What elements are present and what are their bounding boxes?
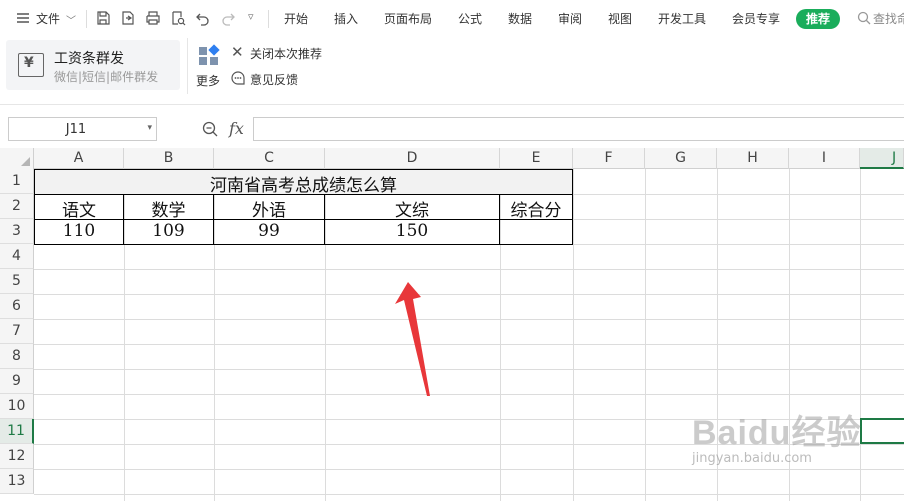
print-icon[interactable] (144, 9, 162, 27)
menu-bar: 文件 ﹀ ▿ 开始 插入 页面布局 公式 数据 审阅 视图 开发工具 会员专享 … (0, 0, 904, 38)
header-liberal-arts[interactable]: 文综 (325, 196, 499, 221)
tab-review[interactable]: 审阅 (558, 10, 582, 27)
row-header-1[interactable]: 1 (0, 169, 34, 194)
cell-reference: J11 (65, 122, 87, 137)
watermark-brand: Baidu经验 (692, 414, 862, 452)
search-command-label[interactable]: 查找命 (873, 10, 904, 27)
search-icon[interactable] (856, 9, 872, 27)
column-header-h[interactable]: H (717, 148, 789, 169)
tab-formulas[interactable]: 公式 (458, 10, 482, 27)
file-menu[interactable]: 文件 (36, 10, 60, 27)
value-foreign-language[interactable]: 99 (214, 221, 324, 241)
gridline (34, 494, 904, 495)
ribbon: ¥ 工资条群发 微信|短信|邮件群发 更多 ✕ 关闭本次推荐 意见反馈 (0, 38, 904, 104)
gridline (34, 269, 904, 270)
recommend-button[interactable]: 推荐 (796, 9, 840, 29)
row-header-7[interactable]: 7 (0, 319, 34, 344)
quick-access-dropdown-icon[interactable]: ▿ (248, 10, 254, 23)
gridline (34, 394, 904, 395)
salary-card-subtitle: 微信|短信|邮件群发 (54, 70, 159, 84)
header-math[interactable]: 数学 (124, 196, 213, 221)
divider (86, 10, 87, 28)
table-border (34, 244, 573, 245)
select-all-corner[interactable] (0, 148, 34, 169)
row-header-3[interactable]: 3 (0, 219, 34, 244)
row-header-4[interactable]: 4 (0, 244, 34, 269)
row-header-8[interactable]: 8 (0, 344, 34, 369)
feedback-icon[interactable] (230, 70, 246, 86)
tab-page-layout[interactable]: 页面布局 (384, 10, 432, 27)
row-header-6[interactable]: 6 (0, 294, 34, 319)
column-header-g[interactable]: G (645, 148, 717, 169)
column-header-j[interactable]: J (860, 148, 904, 169)
more-label[interactable]: 更多 (196, 72, 220, 89)
redo-icon[interactable] (219, 9, 237, 27)
divider (187, 38, 188, 94)
row-header-11[interactable]: 11 (0, 419, 34, 444)
column-header-a[interactable]: A (34, 148, 124, 169)
export-icon[interactable] (119, 9, 137, 27)
header-total-score[interactable]: 综合分 (500, 196, 572, 221)
hamburger-menu-icon[interactable] (14, 9, 32, 27)
tab-view[interactable]: 视图 (608, 10, 632, 27)
tab-home[interactable]: 开始 (284, 10, 308, 27)
chevron-down-icon[interactable]: ﹀ (66, 12, 76, 27)
save-icon[interactable] (94, 9, 112, 27)
column-header-d[interactable]: D (325, 148, 500, 169)
row-header-10[interactable]: 10 (0, 394, 34, 419)
tab-data[interactable]: 数据 (508, 10, 532, 27)
column-header-e[interactable]: E (500, 148, 573, 169)
salary-slip-icon: ¥ (18, 53, 44, 77)
value-liberal-arts[interactable]: 150 (325, 221, 499, 241)
tab-member[interactable]: 会员专享 (732, 10, 780, 27)
header-foreign-language[interactable]: 外语 (214, 196, 324, 221)
salary-mass-send-card[interactable]: ¥ 工资条群发 微信|短信|邮件群发 (6, 40, 180, 90)
value-chinese[interactable]: 110 (35, 221, 123, 241)
close-recommend-button[interactable]: 关闭本次推荐 (250, 45, 322, 62)
gridline (34, 319, 904, 320)
close-icon[interactable]: ✕ (231, 43, 244, 61)
column-header-f[interactable]: F (573, 148, 645, 169)
formula-input[interactable] (253, 117, 904, 141)
row-header-2[interactable]: 2 (0, 194, 34, 219)
gridline (34, 344, 904, 345)
divider (268, 10, 269, 28)
name-box[interactable]: J11 ▾ (8, 117, 157, 141)
function-icon[interactable]: fx (229, 119, 244, 138)
value-math[interactable]: 109 (124, 221, 213, 241)
table-title[interactable]: 河南省高考总成绩怎么算 (35, 171, 572, 196)
row-header-5[interactable]: 5 (0, 269, 34, 294)
chevron-down-icon[interactable]: ▾ (147, 123, 152, 133)
gridline (34, 294, 904, 295)
header-chinese[interactable]: 语文 (35, 196, 123, 221)
column-header-b[interactable]: B (124, 148, 214, 169)
print-preview-icon[interactable] (169, 9, 187, 27)
table-border (572, 169, 573, 245)
salary-card-title: 工资条群发 (54, 51, 124, 67)
tab-insert[interactable]: 插入 (334, 10, 358, 27)
zoom-icon[interactable] (201, 120, 219, 138)
watermark-url: jingyan.baidu.com (692, 451, 812, 466)
feedback-button[interactable]: 意见反馈 (250, 71, 298, 88)
row-header-13[interactable]: 13 (0, 469, 34, 494)
tab-developer[interactable]: 开发工具 (658, 10, 706, 27)
column-header-i[interactable]: I (789, 148, 860, 169)
column-header-row: A B C D E F G H I J (0, 148, 904, 169)
formula-bar: J11 ▾ fx (0, 104, 904, 148)
active-cell-j11[interactable] (860, 418, 904, 444)
undo-icon[interactable] (194, 9, 212, 27)
select-all-triangle-icon (21, 157, 30, 166)
more-apps-icon[interactable] (198, 44, 220, 66)
column-header-c[interactable]: C (214, 148, 325, 169)
baidu-jingyan-watermark: Baidu经验 jingyan.baidu.com (692, 405, 862, 475)
gridline (34, 369, 904, 370)
table-border (34, 169, 573, 170)
row-header-12[interactable]: 12 (0, 444, 34, 469)
row-header-9[interactable]: 9 (0, 369, 34, 394)
